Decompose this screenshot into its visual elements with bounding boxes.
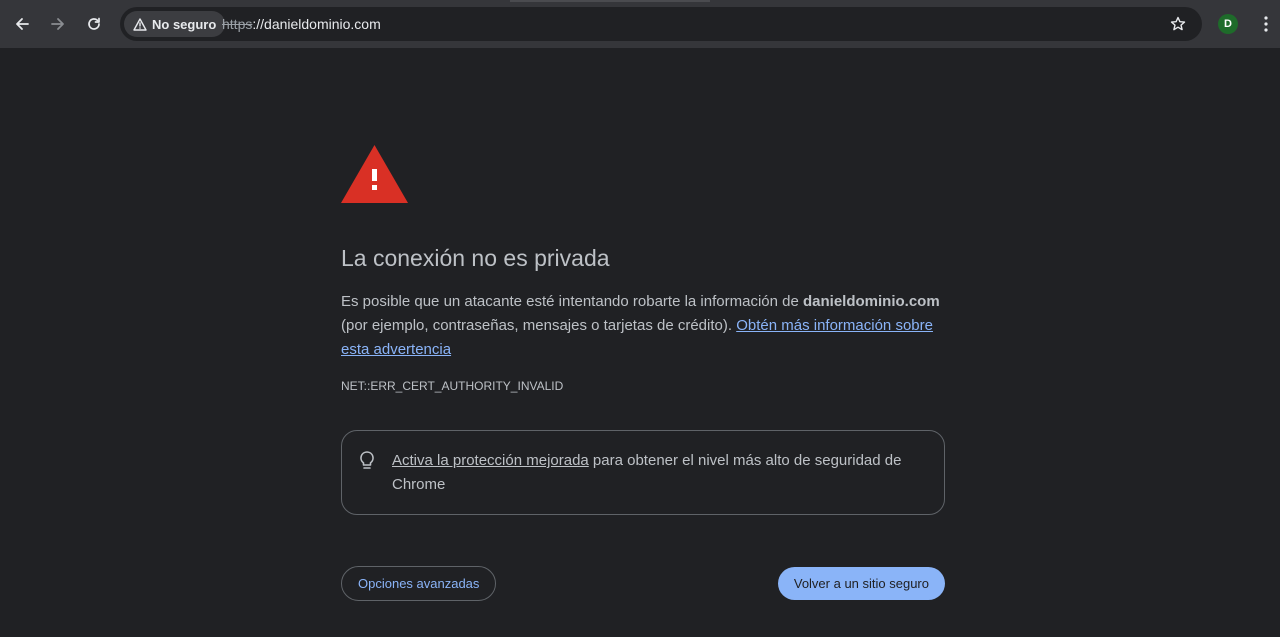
promo-text: Activa la protección mejorada para obten… — [392, 449, 932, 497]
arrow-left-icon — [16, 18, 29, 30]
security-chip-label: No seguro — [152, 16, 217, 32]
security-chip[interactable]: No seguro — [124, 11, 226, 37]
forward-button[interactable] — [44, 10, 72, 38]
advanced-options-button[interactable]: Opciones avanzadas — [341, 566, 497, 601]
tab-strip-edge — [510, 0, 710, 2]
kebab-menu-icon — [1264, 16, 1268, 32]
reload-icon — [88, 17, 100, 30]
browser-menu-button[interactable] — [1254, 12, 1278, 36]
star-icon — [1170, 16, 1186, 31]
url-text[interactable]: https://danieldominio.com — [222, 7, 381, 41]
red-warning-triangle-icon — [341, 145, 408, 203]
explanation-prefix: Es posible que un atacante esté intentan… — [341, 293, 803, 310]
error-code: NET::ERR_CERT_AUTHORITY_INVALID — [341, 379, 564, 393]
warning-triangle-icon — [133, 17, 147, 31]
url-scheme: https — [222, 16, 253, 32]
enhanced-protection-promo: Activa la protección mejorada para obten… — [341, 430, 945, 515]
site-domain: danieldominio.com — [802, 293, 940, 310]
enhanced-protection-link[interactable]: Activa la protección mejorada — [392, 452, 589, 469]
profile-avatar[interactable]: D — [1218, 14, 1238, 34]
back-to-safety-button[interactable]: Volver a un sitio seguro — [777, 567, 945, 600]
explanation-text: Es posible que un atacante esté intentan… — [341, 290, 945, 362]
page-title: La conexión no es privada — [341, 245, 610, 271]
explanation-suffix: (por ejemplo, contraseñas, mensajes o ta… — [341, 317, 737, 334]
reload-button[interactable] — [80, 10, 108, 38]
lightbulb-icon — [360, 451, 374, 469]
address-bar[interactable]: No seguro https://danieldominio.com — [120, 7, 1202, 41]
browser-toolbar: No seguro https://danieldominio.com D — [0, 0, 1280, 48]
arrow-right-icon — [51, 18, 64, 30]
url-host: ://danieldominio.com — [252, 16, 381, 32]
bookmark-button[interactable] — [1166, 12, 1190, 36]
back-button[interactable] — [8, 10, 36, 38]
